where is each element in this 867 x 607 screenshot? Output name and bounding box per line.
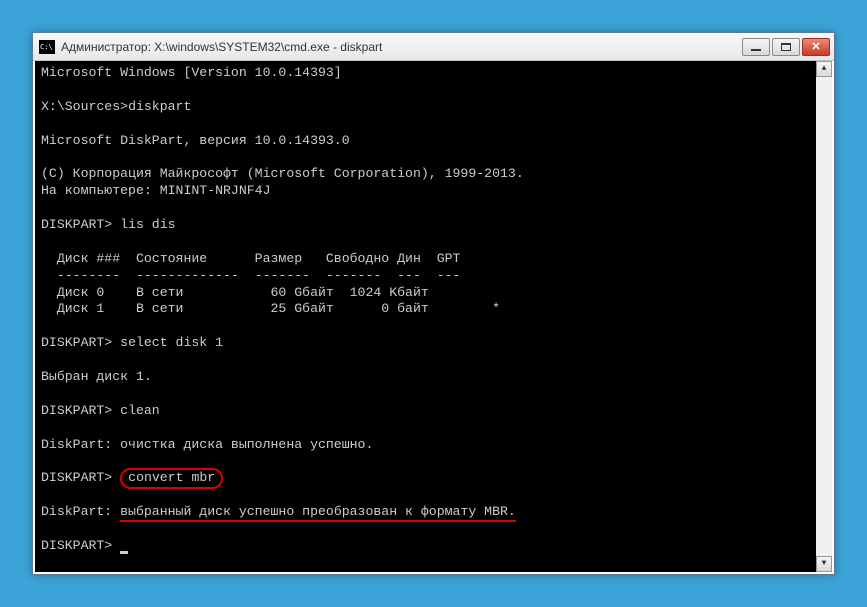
prompt: DISKPART> [41, 217, 112, 232]
prompt: DISKPART> [41, 538, 112, 553]
table-sep: -------- ------------- ------- ------- -… [41, 268, 460, 283]
table-row: Диск 1 В сети 25 Gбайт 0 байт * [41, 301, 500, 316]
output-line: Выбран диск 1. [41, 369, 152, 384]
cursor [120, 551, 128, 554]
window-controls: ✕ [742, 38, 830, 56]
highlighted-output: выбранный диск успешно преобразован к фо… [120, 504, 516, 522]
command: select disk 1 [120, 335, 223, 350]
prompt: X:\Sources> [41, 99, 128, 114]
command: lis dis [120, 217, 175, 232]
close-button[interactable]: ✕ [802, 38, 830, 56]
table-header: Диск ### Состояние Размер Свободно Дин G… [41, 251, 460, 266]
output-line: DiskPart: очистка диска выполнена успешн… [41, 437, 373, 452]
terminal-area[interactable]: Microsoft Windows [Version 10.0.14393] X… [33, 61, 834, 574]
scroll-down-button[interactable]: ▼ [816, 556, 832, 572]
cmd-icon [39, 40, 55, 54]
output-prefix: DiskPart: [41, 504, 120, 519]
terminal-output: Microsoft Windows [Version 10.0.14393] X… [41, 65, 826, 555]
output-line: (C) Корпорация Майкрософт (Microsoft Cor… [41, 166, 524, 181]
prompt: DISKPART> [41, 335, 112, 350]
cmd-window: Администратор: X:\windows\SYSTEM32\cmd.e… [32, 32, 835, 575]
maximize-button[interactable] [772, 38, 800, 56]
prompt: DISKPART> [41, 403, 112, 418]
minimize-button[interactable] [742, 38, 770, 56]
command: clean [120, 403, 160, 418]
output-line: Microsoft Windows [Version 10.0.14393] [41, 65, 342, 80]
titlebar: Администратор: X:\windows\SYSTEM32\cmd.e… [33, 33, 834, 61]
window-title: Администратор: X:\windows\SYSTEM32\cmd.e… [61, 40, 742, 54]
table-row: Диск 0 В сети 60 Gбайт 1024 Kбайт [41, 285, 429, 300]
prompt: DISKPART> [41, 470, 112, 485]
command: diskpart [128, 99, 191, 114]
scrollbar[interactable]: ▲ ▼ [816, 61, 832, 572]
output-line: На компьютере: MININT-NRJNF4J [41, 183, 271, 198]
scroll-up-button[interactable]: ▲ [816, 61, 832, 77]
output-line: Microsoft DiskPart, версия 10.0.14393.0 [41, 133, 350, 148]
highlighted-command: convert mbr [120, 468, 223, 489]
